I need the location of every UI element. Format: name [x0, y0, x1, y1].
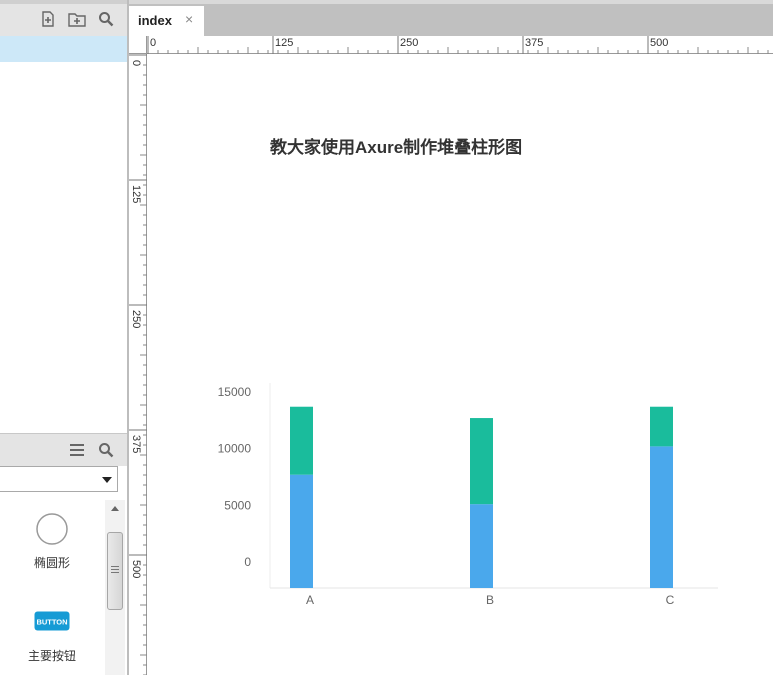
widget-list: 椭圆形 BUTTON 主要按钮 — [0, 497, 104, 675]
close-icon[interactable]: × — [185, 11, 193, 27]
bar-segment[interactable] — [650, 406, 673, 447]
y-tick-label: 10000 — [218, 442, 252, 456]
y-tick-label: 0 — [244, 555, 251, 569]
add-page-icon[interactable] — [39, 10, 57, 28]
ruler-top-label: 125 — [275, 37, 294, 49]
scroll-thumb[interactable] — [107, 532, 123, 610]
ruler-left-label: 500 — [130, 560, 142, 579]
widget-primary-button-label: 主要按钮 — [27, 649, 76, 663]
ruler-left-label: 250 — [130, 310, 142, 329]
widgets-toolbar — [0, 433, 127, 466]
search-icon[interactable] — [97, 441, 115, 459]
x-tick-label: A — [306, 593, 314, 607]
ruler-top-label: 250 — [400, 37, 419, 49]
tab-label: index — [138, 13, 172, 28]
x-tick-label: B — [486, 593, 494, 607]
y-tick-label: 5000 — [224, 498, 251, 512]
ellipse-icon — [36, 513, 68, 545]
bar-segment[interactable] — [470, 418, 493, 505]
page-title[interactable]: 教大家使用Axure制作堆叠柱形图 — [270, 133, 522, 158]
add-folder-icon[interactable] — [68, 10, 86, 28]
selected-page-row[interactable] — [0, 36, 127, 62]
tab-strip: index × — [129, 0, 773, 36]
scroll-up-icon[interactable] — [111, 506, 119, 511]
menu-icon[interactable] — [68, 441, 86, 459]
widget-primary-button[interactable]: BUTTON — [0, 611, 104, 634]
bar-segment[interactable] — [290, 474, 313, 588]
y-tick-label: 15000 — [218, 385, 252, 399]
chevron-down-icon — [102, 477, 112, 483]
ruler-corner — [129, 36, 147, 54]
ruler-left-label: 125 — [130, 185, 142, 204]
pages-toolbar — [0, 0, 127, 36]
ruler-left: 0 125 250 375 500 — [129, 54, 147, 675]
tab-index[interactable]: index × — [129, 6, 204, 36]
bar-segment[interactable] — [470, 504, 493, 588]
bar-segment[interactable] — [290, 406, 313, 475]
ruler-top-label: 500 — [650, 37, 669, 49]
ruler-left-label: 0 — [130, 60, 142, 67]
library-select[interactable] — [0, 466, 118, 492]
stacked-bar-chart[interactable]: 15000 10000 5000 0 A B C — [195, 375, 735, 615]
search-icon[interactable] — [97, 10, 115, 28]
ruler-left-label: 375 — [130, 435, 142, 454]
bar-segment[interactable] — [650, 446, 673, 588]
button-icon: BUTTON — [34, 611, 70, 631]
widget-scrollbar[interactable] — [105, 500, 125, 675]
left-pane: 椭圆形 BUTTON 主要按钮 — [0, 0, 127, 675]
ruler-top: 0 125 250 375 500 — [147, 36, 773, 54]
button-icon-text: BUTTON — [36, 618, 67, 627]
x-tick-label: C — [666, 593, 675, 607]
widget-ellipse-label: 椭圆形 — [33, 556, 70, 570]
widget-ellipse[interactable] — [0, 512, 104, 549]
ruler-top-label: 375 — [525, 37, 544, 49]
ruler-top-label: 0 — [150, 37, 157, 49]
